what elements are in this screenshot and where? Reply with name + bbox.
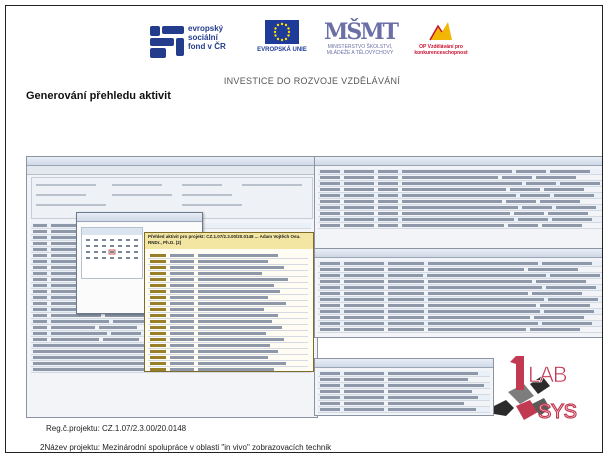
detail-grid bbox=[148, 253, 308, 371]
popup-titlebar bbox=[77, 213, 202, 222]
slide: evropský sociální fond v ČR EVROPSKÁ UNI… bbox=[5, 5, 603, 453]
msmt-text: MINISTERSTVO ŠKOLSTVÍ, MLÁDEŽE A TĚLOVÝC… bbox=[326, 44, 394, 56]
activities-list-window bbox=[314, 156, 602, 254]
msmt-symbol: MŠMT bbox=[324, 19, 399, 45]
seminars-grid bbox=[318, 261, 602, 333]
slide-title: Generování přehledu aktivit bbox=[26, 90, 171, 102]
esf-mark-icon bbox=[150, 26, 186, 58]
labsys-logo: LAB SYS bbox=[494, 346, 594, 428]
list-window-titlebar bbox=[315, 157, 602, 166]
publications-grid bbox=[318, 371, 490, 413]
detail-header-text: Přehled aktivit pro projekt: CZ.1.07/2.3… bbox=[148, 234, 301, 245]
publications-list-window bbox=[314, 358, 494, 416]
activity-detail-window: Přehled aktivit pro projekt: CZ.1.07/2.3… bbox=[144, 232, 314, 372]
detail-header: Přehled aktivit pro projekt: CZ.1.07/2.3… bbox=[145, 233, 313, 249]
tagline: INVESTICE DO ROZVOJE VZDĚLÁVÁNÍ bbox=[223, 76, 401, 86]
op-text: OP Vzdělávání pro konkurenceschopnost bbox=[414, 44, 468, 56]
seminars-titlebar bbox=[315, 249, 602, 258]
activities-list-grid bbox=[318, 169, 602, 229]
esf-logo: evropský sociální fond v ČR bbox=[150, 20, 236, 64]
op-mark-icon bbox=[426, 20, 456, 44]
labsys-sys-text: SYS bbox=[538, 401, 577, 423]
labsys-lab-text: LAB bbox=[528, 362, 567, 387]
publications-titlebar bbox=[315, 359, 493, 368]
window-titlebar bbox=[27, 157, 317, 166]
registration-number: Reg.č.projektu: CZ.1.07/2.3.00/20.0148 bbox=[46, 424, 187, 433]
op-logo: OP Vzdělávání pro konkurenceschopnost bbox=[406, 20, 476, 64]
window-toolbar bbox=[27, 166, 317, 175]
eu-logo: EVROPSKÁ UNIE bbox=[250, 20, 314, 64]
calendar-widget[interactable] bbox=[81, 227, 143, 279]
logo-banner: evropský sociální fond v ČR EVROPSKÁ UNI… bbox=[146, 16, 478, 88]
project-name: 2Název projektu: Mezinárodní spolupráce … bbox=[40, 443, 332, 452]
esf-text: evropský sociální fond v ČR bbox=[188, 24, 226, 51]
msmt-logo: MŠMT MINISTERSTVO ŠKOLSTVÍ, MLÁDEŽE A TĚ… bbox=[324, 19, 399, 64]
seminars-list-window bbox=[314, 248, 602, 338]
eu-flag-icon bbox=[265, 20, 299, 44]
eu-text: EVROPSKÁ UNIE bbox=[257, 47, 307, 53]
